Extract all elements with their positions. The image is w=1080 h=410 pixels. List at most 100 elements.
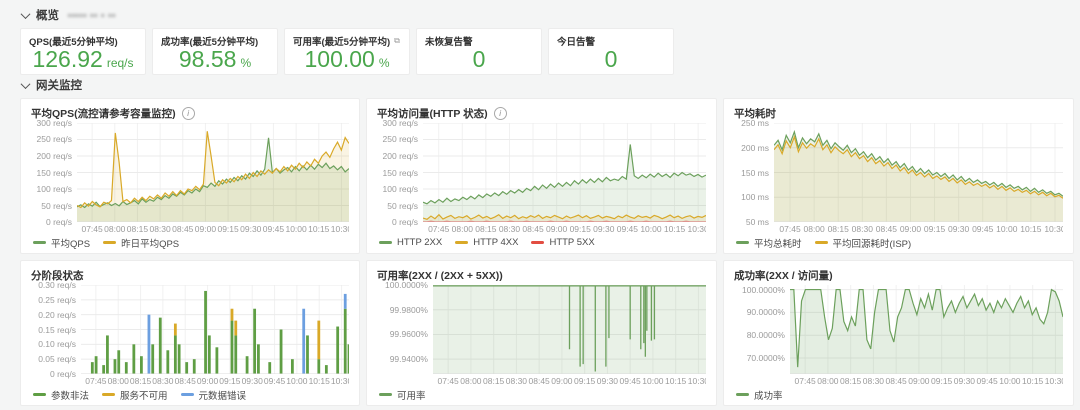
y-tick-label: 250 req/s	[383, 134, 418, 144]
x-tick-label: 08:45	[529, 376, 550, 386]
x-tick-label: 10:00	[640, 224, 661, 234]
legend-item[interactable]: 参数非法	[33, 388, 89, 402]
x-tick-label: 09:45	[263, 224, 284, 234]
chart-canvas	[774, 123, 1063, 222]
section-overview-redacted-text: ▪▪▪▪▪ ▪▪ ▪ ▪▪	[68, 11, 116, 20]
legend-series-label: 平均回源耗时(ISP)	[833, 236, 912, 250]
x-tick-label: 07:45	[85, 376, 106, 386]
x-tick-label: 10:15	[308, 224, 329, 234]
legend-series-label: 平均QPS	[51, 236, 90, 250]
x-tick-label: 08:45	[876, 224, 897, 234]
y-tick-label: 150 req/s	[383, 168, 418, 178]
x-tick-label: 09:45	[617, 224, 638, 234]
chevron-down-icon	[21, 9, 31, 19]
dashboard: 概览 ▪▪▪▪▪ ▪▪ ▪ ▪▪ QPS(最近5分钟平均) 126.92req/…	[0, 0, 1080, 406]
y-tick-label: 0.10 req/s	[38, 339, 76, 349]
chevron-down-icon	[21, 79, 31, 89]
stat-success-rate: 成功率(最近5分钟平均) 98.58%	[152, 28, 278, 75]
legend-item[interactable]: 可用率	[379, 388, 426, 402]
legend-item[interactable]: 平均QPS	[33, 236, 90, 250]
panel-avg-qps: 平均QPS(流控请参考容量监控)i 300 req/s250 req/s200 …	[20, 98, 360, 254]
y-tick-label: 99.9800%	[390, 305, 428, 315]
y-tick-label: 0.30 req/s	[38, 280, 76, 290]
y-tick-label: 200 req/s	[383, 151, 418, 161]
legend-item[interactable]: 元数据错误	[181, 388, 247, 402]
info-icon[interactable]: i	[494, 107, 507, 120]
stat-availability: 可用率(最近5分钟平均)⧉ 100.00%	[284, 28, 410, 75]
x-tick-label: 10:30	[688, 376, 706, 386]
section-overview-header[interactable]: 概览 ▪▪▪▪▪ ▪▪ ▪ ▪▪	[22, 7, 1076, 23]
y-tick-label: 100.0000%	[742, 285, 785, 295]
x-tick-label: 10:15	[664, 224, 685, 234]
x-tick-label: 08:45	[522, 224, 543, 234]
chart-canvas	[423, 123, 706, 222]
section-gateway-title: 网关监控	[36, 77, 82, 93]
y-tick-label: 100 ms	[741, 192, 769, 202]
x-tick-label: 07:45	[81, 224, 102, 234]
y-tick-label: 0 req/s	[50, 369, 76, 379]
chart-legend: 可用率	[377, 387, 706, 402]
chart-canvas	[433, 285, 706, 374]
x-tick-label: 10:30	[1045, 376, 1063, 386]
legend-series-label: 可用率	[397, 388, 426, 402]
legend-series-label: HTTP 4XX	[473, 237, 518, 248]
stat-success-rate-value: 98.58	[179, 48, 237, 71]
x-tick-label: 08:15	[840, 376, 861, 386]
legend-series-marker	[102, 393, 115, 396]
y-tick-label: 150 ms	[741, 168, 769, 178]
legend-item[interactable]: HTTP 4XX	[455, 237, 518, 248]
y-tick-label: 80.0000%	[747, 330, 785, 340]
legend-item[interactable]: HTTP 2XX	[379, 237, 442, 248]
x-tick-label: 10:00	[285, 224, 306, 234]
legend-item[interactable]: 成功率	[736, 388, 783, 402]
x-tick-label: 09:45	[977, 376, 998, 386]
chart-legend: 成功率	[734, 387, 1063, 402]
x-tick-label: 10:00	[999, 376, 1020, 386]
x-tick-label: 10:30	[331, 376, 349, 386]
x-tick-label: 08:30	[499, 224, 520, 234]
legend-series-marker	[815, 241, 828, 244]
legend-item[interactable]: 服务不可用	[102, 388, 168, 402]
x-tick-label: 09:30	[242, 376, 263, 386]
x-tick-label: 10:00	[996, 224, 1017, 234]
chart-canvas	[790, 285, 1063, 374]
external-link-icon[interactable]: ⧉	[394, 36, 400, 46]
stat-open-alerts-title: 未恢复告警	[425, 34, 473, 48]
charts-grid: 平均QPS(流控请参考容量监控)i 300 req/s250 req/s200 …	[20, 98, 1076, 406]
y-tick-label: 99.9400%	[390, 354, 428, 364]
info-icon[interactable]: i	[182, 107, 195, 120]
chart-legend: 平均总耗时 平均回源耗时(ISP)	[734, 235, 1063, 250]
x-tick-label: 09:00	[900, 224, 921, 234]
legend-item[interactable]: 昨日平均QPS	[103, 236, 179, 250]
x-tick-label: 09:15	[219, 376, 240, 386]
y-tick-label: 50 req/s	[387, 201, 418, 211]
x-tick-label: 09:00	[195, 224, 216, 234]
x-tick-label: 08:30	[149, 224, 170, 234]
legend-item[interactable]: 平均总耗时	[736, 236, 802, 250]
x-tick-label: 08:30	[152, 376, 173, 386]
x-tick-label: 07:45	[795, 376, 816, 386]
section-gateway-header[interactable]: 网关监控	[22, 77, 1076, 93]
x-tick-label: 07:45	[428, 224, 449, 234]
x-tick-label: 08:30	[852, 224, 873, 234]
x-tick-label: 09:30	[593, 224, 614, 234]
x-tick-label: 09:00	[546, 224, 567, 234]
x-tick-label: 09:15	[217, 224, 238, 234]
legend-item[interactable]: HTTP 5XX	[531, 237, 594, 248]
y-tick-label: 0 req/s	[392, 217, 418, 227]
legend-series-label: 元数据错误	[199, 388, 247, 402]
y-tick-label: 0.20 req/s	[38, 310, 76, 320]
x-tick-label: 09:00	[551, 376, 572, 386]
y-tick-label: 100.0000%	[385, 280, 428, 290]
x-tick-label: 09:45	[264, 376, 285, 386]
chart-canvas	[77, 123, 349, 222]
x-tick-label: 08:00	[460, 376, 481, 386]
y-tick-label: 0 req/s	[46, 217, 72, 227]
y-tick-label: 100 req/s	[383, 184, 418, 194]
y-tick-label: 50 ms	[746, 217, 769, 227]
legend-item[interactable]: 平均回源耗时(ISP)	[815, 236, 912, 250]
x-tick-label: 10:15	[1022, 376, 1043, 386]
legend-series-marker	[736, 241, 749, 244]
x-tick-label: 09:30	[948, 224, 969, 234]
x-tick-label: 07:45	[438, 376, 459, 386]
